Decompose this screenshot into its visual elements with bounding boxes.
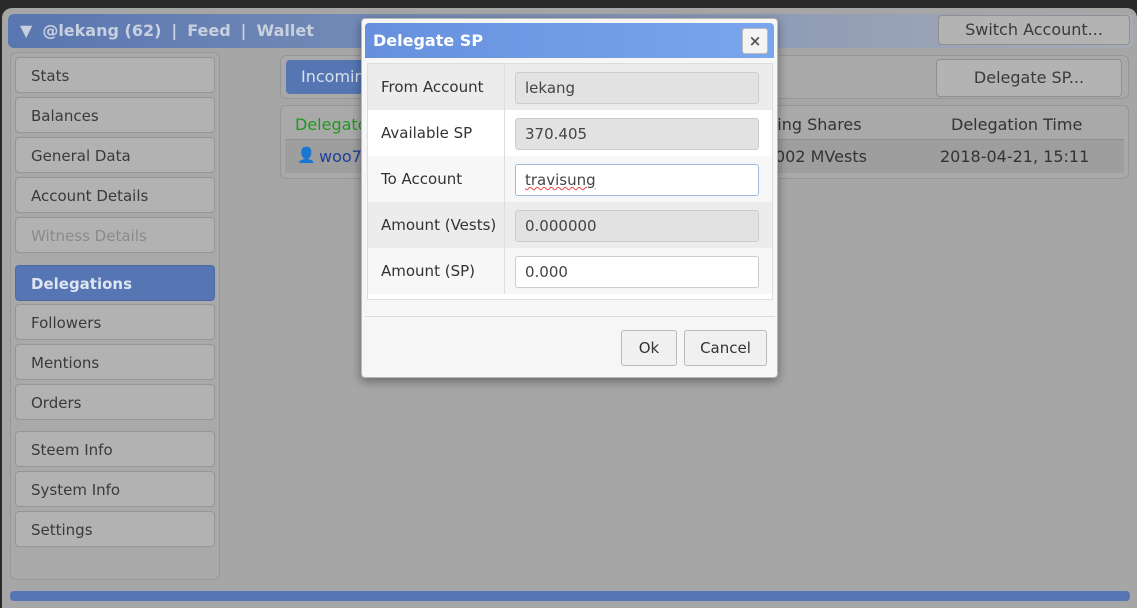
user-icon: 👤 (297, 146, 316, 164)
form-row-available: Available SP 370.405 (368, 110, 772, 156)
available-sp-field: 370.405 (515, 118, 759, 150)
cancel-button[interactable]: Cancel (684, 330, 767, 366)
switch-account-button[interactable]: Switch Account... (938, 15, 1130, 45)
sidebar: Stats Balances General Data Account Deta… (10, 52, 220, 580)
sidebar-item-followers[interactable]: Followers (15, 304, 215, 340)
to-account-input[interactable]: travisung (515, 164, 759, 196)
sidebar-item-settings[interactable]: Settings (15, 511, 215, 547)
vesting-shares: 002 MVests (775, 147, 867, 166)
separator: | (171, 21, 178, 40)
separator: | (240, 21, 247, 40)
sidebar-item-balances[interactable]: Balances (15, 97, 215, 133)
from-account-label: From Account (381, 78, 484, 96)
nav-feed[interactable]: Feed (187, 21, 230, 40)
sidebar-item-account-details[interactable]: Account Details (15, 177, 215, 213)
to-account-label: To Account (381, 170, 463, 188)
ok-button[interactable]: Ok (621, 330, 677, 366)
dialog-title: Delegate SP (373, 31, 484, 50)
sidebar-item-system-info[interactable]: System Info (15, 471, 215, 507)
amount-sp-label: Amount (SP) (381, 262, 475, 280)
available-sp-label: Available SP (381, 124, 473, 142)
delegation-time: 2018-04-21, 15:11 (940, 147, 1090, 166)
sidebar-item-mentions[interactable]: Mentions (15, 344, 215, 380)
sidebar-item-witness-details: Witness Details (15, 217, 215, 253)
nav-wallet[interactable]: Wallet (257, 21, 314, 40)
delegate-form: From Account lekang Available SP 370.405 T… (367, 63, 773, 300)
sidebar-item-orders[interactable]: Orders (15, 384, 215, 420)
column-delegator[interactable]: Delegato (295, 115, 367, 134)
close-icon[interactable]: × (742, 28, 768, 54)
to-account-value: travisung (525, 171, 596, 189)
caret-down-icon[interactable]: ▼ (20, 21, 32, 40)
divider (365, 316, 775, 317)
delegate-sp-dialog: Delegate SP × From Account lekang Availab… (361, 18, 778, 378)
amount-sp-input[interactable]: 0.000 (515, 256, 759, 288)
amount-vests-label: Amount (Vests) (381, 216, 497, 234)
account-menu[interactable]: @lekang (62) (42, 21, 161, 40)
form-row-to: To Account travisung (368, 156, 772, 202)
sidebar-item-steem-info[interactable]: Steem Info (15, 431, 215, 467)
sidebar-item-delegations[interactable]: Delegations (15, 265, 215, 301)
form-row-from: From Account lekang (368, 64, 772, 110)
delegator-link[interactable]: woo7 (319, 147, 362, 166)
dialog-title-bar: Delegate SP × (365, 23, 774, 58)
amount-vests-field: 0.000000 (515, 210, 759, 242)
column-delegation-time[interactable]: Delegation Time (951, 115, 1082, 134)
bottom-bar (10, 591, 1130, 601)
form-row-sp: Amount (SP) 0.000 (368, 248, 772, 294)
from-account-field: lekang (515, 72, 759, 104)
delegate-sp-button[interactable]: Delegate SP... (936, 59, 1122, 97)
sidebar-item-general-data[interactable]: General Data (15, 137, 215, 173)
column-vesting-shares[interactable]: ting Shares (771, 115, 862, 134)
sidebar-item-stats[interactable]: Stats (15, 57, 215, 93)
form-row-vests: Amount (Vests) 0.000000 (368, 202, 772, 248)
